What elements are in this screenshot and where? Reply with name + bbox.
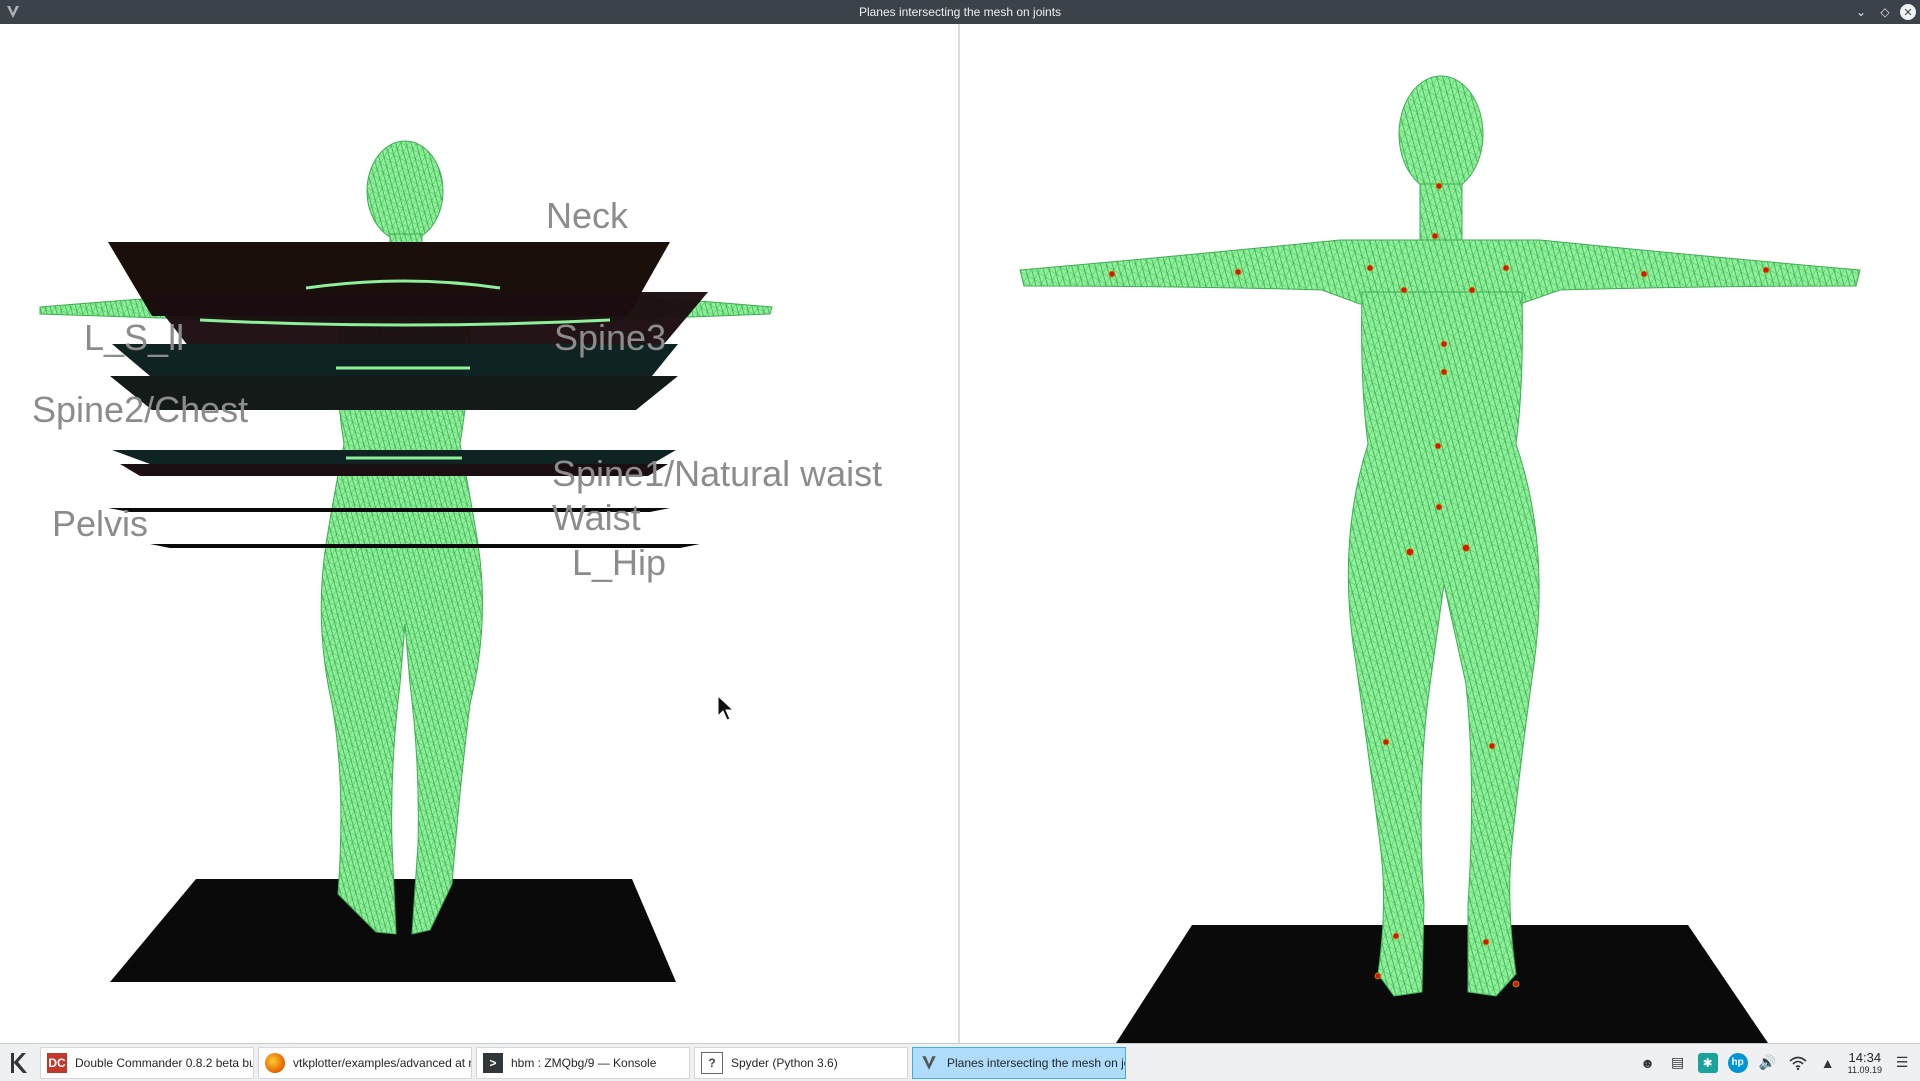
- mouse-cursor-icon: [717, 694, 735, 721]
- volume-icon[interactable]: 🔊: [1758, 1053, 1778, 1073]
- network-share-icon[interactable]: ✱: [1697, 1052, 1718, 1073]
- left-render: Neck L_S_ll Spine3 Spine2/Chest Spine1/N…: [32, 140, 882, 982]
- task-label: Double Commander 0.8.2 beta bui: [75, 1055, 253, 1070]
- task-label: hbm : ZMQbg/9 — Konsole: [511, 1055, 657, 1070]
- label-l-shoulder: L_S_ll: [84, 317, 184, 358]
- hamburger-menu-icon[interactable]: ☰: [1892, 1053, 1912, 1073]
- body-mesh: [1019, 75, 1861, 997]
- task-label: Planes intersecting the mesh on jo: [947, 1055, 1125, 1070]
- application-launcher[interactable]: [2, 1046, 36, 1080]
- task-firefox[interactable]: vtkplotter/examples/advanced at m: [258, 1046, 472, 1079]
- clock-time: 14:34: [1848, 1049, 1882, 1065]
- close-button[interactable]: ✕: [1900, 4, 1916, 20]
- firefox-icon: [265, 1052, 285, 1073]
- label-spine3: Spine3: [554, 317, 666, 358]
- vtk-icon[interactable]: [4, 3, 22, 21]
- task-vtk-planes[interactable]: Planes intersecting the mesh on jo: [912, 1046, 1126, 1079]
- konsole-icon: >: [483, 1052, 503, 1073]
- label-waist: Waist: [552, 497, 641, 538]
- label-neck: Neck: [546, 195, 629, 236]
- clipboard-icon[interactable]: ▤: [1668, 1053, 1688, 1073]
- chevron-down-icon: ⌄: [1855, 5, 1867, 19]
- task-double-commander[interactable]: DC Double Commander 0.8.2 beta bui: [40, 1046, 254, 1079]
- left-3d-viewport[interactable]: Neck L_S_ll Spine3 Spine2/Chest Spine1/N…: [0, 24, 958, 1043]
- label-spine2: Spine2/Chest: [32, 389, 248, 430]
- minimize-button[interactable]: ⌄: [1852, 3, 1870, 21]
- vtk-icon: [919, 1053, 939, 1073]
- label-pelvis: Pelvis: [52, 503, 148, 544]
- digital-clock[interactable]: 14:34 11.09.19: [1848, 1051, 1882, 1075]
- window-titlebar[interactable]: Planes intersecting the mesh on joints ⌄…: [0, 0, 1920, 24]
- task-label: Spyder (Python 3.6): [731, 1055, 838, 1070]
- window-title: Planes intersecting the mesh on joints: [858, 5, 1062, 19]
- user-icon[interactable]: ☻: [1638, 1053, 1658, 1073]
- task-spyder[interactable]: ? Spyder (Python 3.6): [694, 1046, 908, 1079]
- hp-icon[interactable]: hp: [1727, 1052, 1748, 1073]
- floor-plane: [1116, 925, 1768, 1043]
- right-3d-viewport[interactable]: [960, 24, 1920, 1043]
- kde-icon: [11, 1052, 27, 1073]
- chevron-up-icon[interactable]: ▲: [1818, 1053, 1838, 1073]
- diamond-icon: ◇: [1880, 5, 1890, 19]
- double-commander-icon: DC: [47, 1052, 67, 1073]
- label-l-hip: L_Hip: [572, 542, 666, 583]
- task-label: vtkplotter/examples/advanced at m: [293, 1055, 471, 1070]
- task-konsole[interactable]: > hbm : ZMQbg/9 — Konsole: [476, 1046, 690, 1079]
- label-spine1: Spine1/Natural waist: [552, 453, 882, 494]
- system-tray: ☻ ▤ ✱ hp 🔊 ▲ 14:34 11.09.19 ☰: [1638, 1044, 1920, 1081]
- close-icon: ✕: [1903, 6, 1913, 19]
- spyder-icon: ?: [701, 1051, 723, 1074]
- wifi-icon[interactable]: [1788, 1053, 1808, 1073]
- clock-date: 11.09.19: [1847, 1064, 1882, 1075]
- right-render: [1019, 75, 1861, 1043]
- taskbar: DC Double Commander 0.8.2 beta bui vtkpl…: [0, 1043, 1920, 1081]
- maximize-button[interactable]: ◇: [1876, 3, 1894, 21]
